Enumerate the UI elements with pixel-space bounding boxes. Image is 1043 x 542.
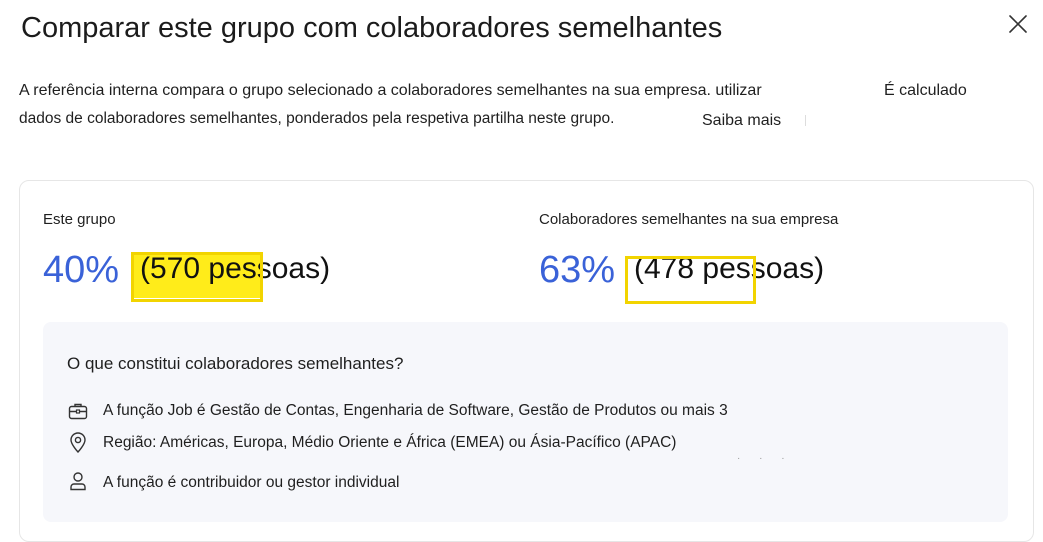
peer-definition-title: O que constitui colaboradores semelhante… [67, 354, 404, 373]
group-people-highlight-frame [131, 252, 263, 302]
dialog-title: Comparar este grupo com colaboradores se… [21, 12, 723, 44]
peers-percent: 63% [539, 249, 616, 291]
truncation-dots: · · · [737, 453, 793, 464]
description-line-1: A referência interna compara o grupo sel… [19, 82, 762, 99]
close-icon [1009, 15, 1027, 33]
learn-more-link[interactable]: Saiba mais [702, 112, 781, 130]
briefcase-icon [67, 400, 89, 422]
peer-definition-panel [43, 322, 1008, 522]
group-label: Este grupo [43, 211, 116, 228]
peers-label: Colaboradores semelhantes na sua empresa [539, 211, 839, 228]
peers-people-highlight-frame [625, 256, 756, 304]
person-icon [67, 470, 89, 492]
peer-criteria-job: A função Job é Gestão de Contas, Engenha… [103, 402, 728, 419]
divider [805, 115, 806, 126]
peer-criteria-role: A função é contribuidor ou gestor indivi… [103, 474, 400, 491]
description-line-2: dados de colaboradores semelhantes, pond… [19, 110, 615, 127]
close-button[interactable] [1004, 10, 1032, 38]
group-percent: 40% [43, 249, 120, 291]
description-line-1-tail: É calculado [884, 82, 967, 99]
location-pin-icon [67, 432, 89, 454]
peer-criteria-region: Região: Américas, Europa, Médio Oriente … [103, 434, 677, 451]
